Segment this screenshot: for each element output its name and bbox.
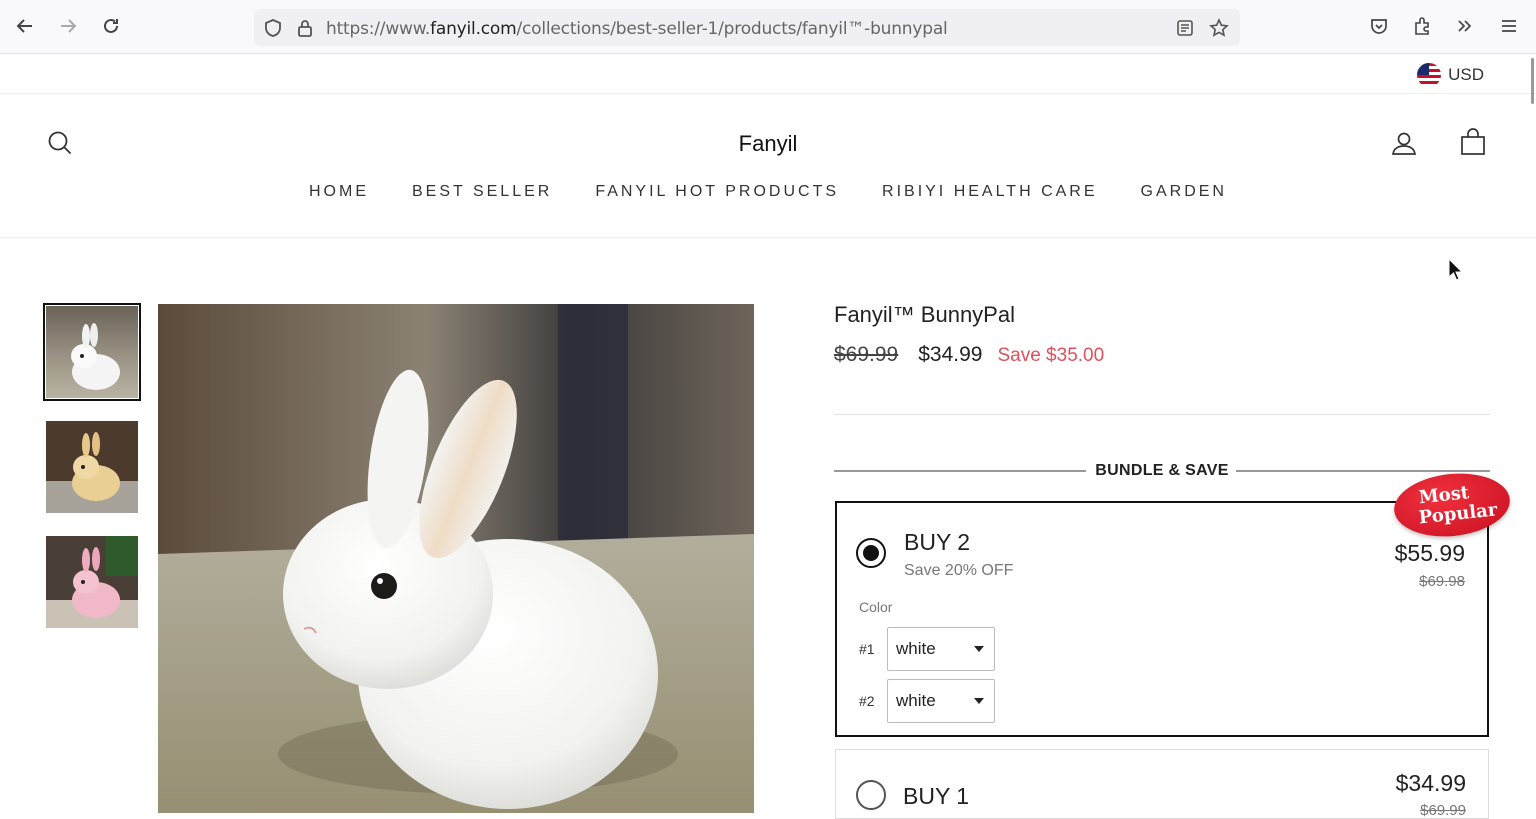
product-main-image[interactable]: [158, 304, 754, 813]
product-title: Fanyil™ BunnyPal: [834, 302, 1015, 327]
site-header: Fanyil HOME BEST SELLER FANYIL HOT PRODU…: [0, 95, 1536, 238]
back-icon[interactable]: [12, 13, 38, 39]
address-bar[interactable]: https://www.fanyil.com/collections/best-…: [254, 9, 1240, 46]
lock-icon[interactable]: [294, 17, 316, 39]
variant-number: #2: [859, 693, 875, 709]
nav-home[interactable]: HOME: [309, 183, 369, 201]
bundle-offer-buy-2[interactable]: BUY 2 Save 20% OFF $55.99 $69.98 Color #…: [835, 501, 1489, 737]
nav-garden[interactable]: GARDEN: [1141, 183, 1227, 201]
reader-view-icon[interactable]: [1174, 17, 1196, 39]
offer-title: BUY 1: [903, 783, 970, 809]
currency-selector[interactable]: USD: [1417, 63, 1484, 87]
color-label: Color: [859, 599, 893, 615]
offer-compare-price: $69.98: [1419, 573, 1465, 590]
offer-price: $55.99: [1394, 540, 1465, 566]
save-amount: Save $35.00: [997, 345, 1105, 366]
offer-radio-selected[interactable]: [856, 538, 886, 568]
announcement-bar: USD: [0, 54, 1536, 94]
product-thumbnail-2[interactable]: [46, 421, 138, 513]
divider: [834, 414, 1490, 415]
currency-label: USD: [1448, 65, 1484, 84]
site-logo[interactable]: Fanyil: [0, 131, 1536, 157]
select-value: white: [896, 691, 936, 710]
offer-price: $34.99: [1395, 770, 1466, 796]
cart-icon[interactable]: [1459, 127, 1487, 157]
offer-compare-price: $69.99: [1420, 802, 1466, 819]
bundle-heading: BUNDLE & SAVE: [834, 460, 1490, 482]
variant-row-1: #1 white: [859, 627, 995, 671]
current-price: $34.99: [918, 343, 983, 366]
bundle-offer-buy-1[interactable]: BUY 1 $34.99 $69.99: [835, 749, 1489, 819]
us-flag-icon: [1417, 63, 1442, 87]
forward-icon[interactable]: [55, 13, 81, 39]
shield-icon[interactable]: [262, 17, 284, 39]
main-navigation: HOME BEST SELLER FANYIL HOT PRODUCTS RIB…: [0, 183, 1536, 201]
overflow-menu-icon[interactable]: [1452, 13, 1478, 39]
nav-hot-products[interactable]: FANYIL HOT PRODUCTS: [595, 183, 839, 201]
product-thumbnail-1[interactable]: [43, 303, 141, 401]
variant-number: #1: [859, 641, 875, 657]
reload-icon[interactable]: [98, 13, 124, 39]
variant-row-2: #2 white: [859, 679, 995, 723]
mouse-cursor-icon: [1448, 257, 1464, 287]
chevron-down-icon: [974, 646, 984, 652]
account-icon[interactable]: [1390, 129, 1418, 157]
extensions-icon[interactable]: [1409, 13, 1435, 39]
color-select-1[interactable]: white: [887, 627, 995, 671]
offer-radio[interactable]: [856, 780, 886, 810]
browser-toolbar: https://www.fanyil.com/collections/best-…: [0, 0, 1536, 54]
offer-title: BUY 2: [904, 529, 971, 555]
nav-best-seller[interactable]: BEST SELLER: [412, 183, 552, 201]
pocket-icon[interactable]: [1366, 13, 1392, 39]
bundle-heading-text: BUNDLE & SAVE: [1095, 462, 1229, 479]
url-text[interactable]: https://www.fanyil.com/collections/best-…: [326, 19, 948, 39]
chevron-down-icon: [974, 698, 984, 704]
color-select-2[interactable]: white: [887, 679, 995, 723]
offer-subtitle: Save 20% OFF: [904, 562, 1014, 579]
select-value: white: [896, 639, 936, 658]
bookmark-star-icon[interactable]: [1208, 17, 1230, 39]
price-row: $69.99 $34.99 Save $35.00: [834, 343, 1104, 367]
nav-health-care[interactable]: RIBIYI HEALTH CARE: [882, 183, 1098, 201]
product-thumbnail-3[interactable]: [46, 536, 138, 628]
compare-price: $69.99: [834, 343, 899, 366]
hamburger-menu-icon[interactable]: [1496, 13, 1522, 39]
